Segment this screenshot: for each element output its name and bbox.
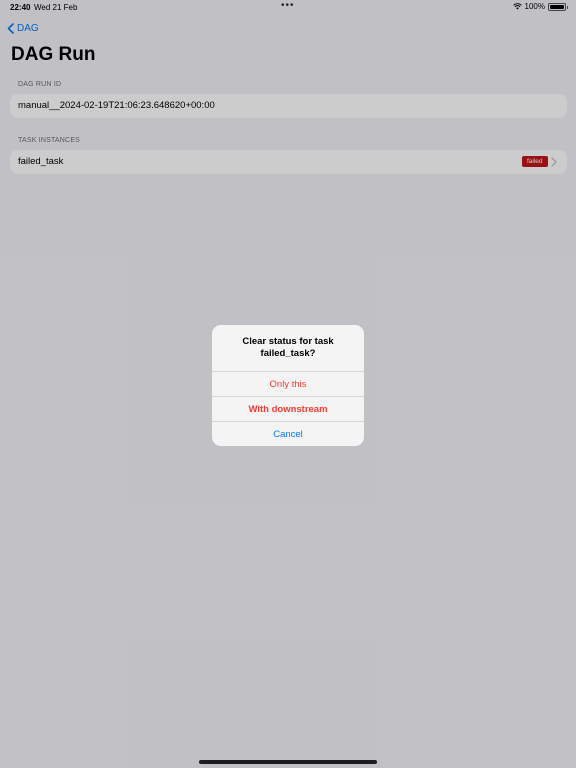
with-downstream-button[interactable]: With downstream — [212, 396, 364, 421]
cancel-button[interactable]: Cancel — [212, 421, 364, 446]
home-indicator[interactable] — [199, 760, 377, 764]
only-this-button[interactable]: Only this — [212, 371, 364, 396]
alert-title: Clear status for task failed_task? — [242, 336, 334, 359]
screen: 22:40 Wed 21 Feb ••• 100% DAG DAG Run DA… — [0, 0, 576, 768]
clear-status-alert: Clear status for task failed_task? Only … — [212, 325, 364, 446]
